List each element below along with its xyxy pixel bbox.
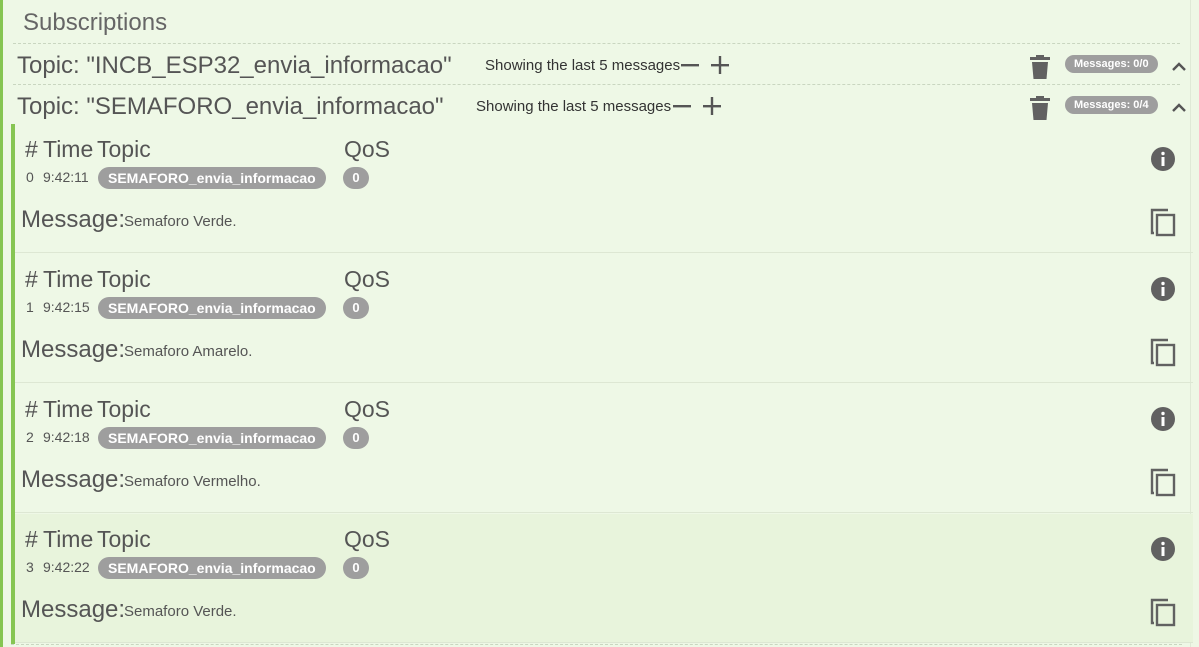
subscription-row: Topic: "INCB_ESP32_envia_informacao" Sho… (13, 43, 1186, 84)
info-icon[interactable] (1150, 276, 1176, 302)
message-text: Semaforo Amarelo. (124, 343, 253, 360)
header-hash: # (25, 526, 38, 552)
message-topic-pill: SEMAFORO_envia_informacao (98, 557, 326, 579)
message-time: 9:42:15 (43, 299, 90, 315)
copy-icon[interactable] (1149, 467, 1177, 497)
message-text: Semaforo Verde. (124, 603, 237, 620)
messages-count-badge: Messages: 0/4 (1065, 96, 1158, 114)
message-list: # Time Topic QoS 0 9:42:11 SEMAFORO_envi… (11, 124, 1193, 644)
subscription-topic: Topic: "INCB_ESP32_envia_informacao" (17, 52, 452, 79)
chevron-up-icon[interactable] (1171, 101, 1187, 113)
trash-icon[interactable] (1030, 55, 1050, 79)
header-time: Time (43, 136, 94, 162)
message-topic-pill: SEMAFORO_envia_informacao (98, 297, 326, 319)
message-text: Semaforo Vermelho. (124, 473, 261, 490)
message-label: Message: (21, 336, 126, 363)
header-hash: # (25, 266, 38, 292)
message-qos-pill: 0 (343, 557, 369, 579)
message-time: 9:42:18 (43, 429, 90, 445)
header-topic: Topic (97, 136, 151, 162)
info-icon[interactable] (1150, 406, 1176, 432)
header-qos: QoS (344, 526, 391, 552)
message-index: 1 (26, 299, 34, 315)
header-qos: QoS (344, 136, 391, 162)
message-time: 9:42:22 (43, 559, 90, 575)
plus-icon[interactable] (709, 54, 731, 76)
messages-count-badge: Messages: 0/0 (1065, 55, 1158, 73)
message-item: # Time Topic QoS 1 9:42:15 SEMAFORO_envi… (15, 254, 1193, 383)
message-qos-pill: 0 (343, 427, 369, 449)
divider (11, 644, 1182, 645)
message-topic-pill: SEMAFORO_envia_informacao (98, 427, 326, 449)
message-text: Semaforo Verde. (124, 213, 237, 230)
minus-icon[interactable] (679, 54, 701, 76)
subscription-topic: Topic: "SEMAFORO_envia_informacao" (17, 93, 444, 120)
header-hash: # (25, 136, 38, 162)
copy-icon[interactable] (1149, 337, 1177, 367)
header-topic: Topic (97, 266, 151, 292)
message-label: Message: (21, 206, 126, 233)
header-topic: Topic (97, 526, 151, 552)
info-icon[interactable] (1150, 536, 1176, 562)
header-qos: QoS (344, 266, 391, 292)
message-label: Message: (21, 596, 126, 623)
message-index: 3 (26, 559, 34, 575)
message-item: # Time Topic QoS 3 9:42:22 SEMAFORO_envi… (15, 514, 1193, 643)
copy-icon[interactable] (1149, 207, 1177, 237)
header-hash: # (25, 396, 38, 422)
header-time: Time (43, 266, 94, 292)
subscription-row: Topic: "SEMAFORO_envia_informacao" Showi… (13, 84, 1186, 125)
message-qos-pill: 0 (343, 167, 369, 189)
showing-count-label: Showing the last 5 messages (476, 98, 672, 115)
info-icon[interactable] (1150, 146, 1176, 172)
message-label: Message: (21, 466, 126, 493)
header-time: Time (43, 396, 94, 422)
plus-icon[interactable] (701, 95, 723, 117)
chevron-up-icon[interactable] (1171, 60, 1187, 72)
message-qos-pill: 0 (343, 297, 369, 319)
message-index: 0 (26, 169, 34, 185)
message-time: 9:42:11 (43, 169, 89, 185)
minus-icon[interactable] (671, 95, 693, 117)
panel-title: Subscriptions (23, 9, 168, 36)
message-item: # Time Topic QoS 0 9:42:11 SEMAFORO_envi… (15, 124, 1193, 253)
header-qos: QoS (344, 396, 391, 422)
header-time: Time (43, 526, 94, 552)
header-topic: Topic (97, 396, 151, 422)
message-item: # Time Topic QoS 2 9:42:18 SEMAFORO_envi… (15, 384, 1193, 513)
copy-icon[interactable] (1149, 597, 1177, 627)
message-index: 2 (26, 429, 34, 445)
showing-count-label: Showing the last 5 messages (485, 57, 681, 74)
subscriptions-panel: Subscriptions Topic: "INCB_ESP32_envia_i… (0, 0, 1193, 647)
trash-icon[interactable] (1030, 96, 1050, 120)
message-topic-pill: SEMAFORO_envia_informacao (98, 167, 326, 189)
